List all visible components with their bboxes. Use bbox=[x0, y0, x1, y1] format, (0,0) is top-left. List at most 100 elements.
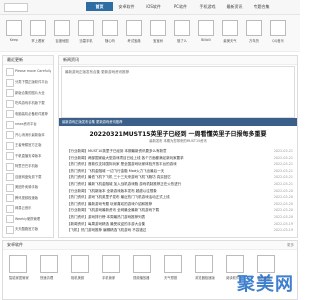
list-item[interactable]: 腾讯视频极速版 bbox=[6, 193, 50, 202]
list-item[interactable]: Weekly便携管理 bbox=[6, 214, 50, 223]
more-link[interactable]: 更多 bbox=[287, 241, 294, 249]
category-item[interactable]: 迅雷手机 bbox=[76, 20, 96, 43]
app-icon bbox=[54, 20, 70, 36]
list-item[interactable]: 吃鸡游戏手机版下载 bbox=[6, 99, 50, 108]
news-item[interactable]: 【热门资讯】游戏飞机英里子发布 最近热门飞机游戏活动正式上线 2022-03-20 bbox=[67, 195, 293, 201]
app-thumbnail-icon bbox=[6, 68, 14, 76]
app-thumbnail-icon bbox=[6, 99, 14, 108]
list-item[interactable]: 新版合集的图片大全 bbox=[6, 88, 50, 97]
news-date: 2022-03-19 bbox=[273, 221, 293, 226]
list-item[interactable]: news资讯平台 bbox=[6, 120, 50, 129]
list-item-label: news资讯平台 bbox=[15, 122, 37, 126]
software-item[interactable]: 天气预报 bbox=[164, 255, 194, 280]
news-title: 【热门资讯】首款仅支持国际玩家 是全国游戏玩家体验开放平台的游戏 bbox=[67, 162, 177, 167]
list-item-label: 吃鸡游戏手机版下载 bbox=[15, 101, 45, 105]
list-item[interactable]: 开心消消乐最新版本 bbox=[6, 130, 50, 139]
app-thumbnail-icon bbox=[6, 194, 14, 202]
software-item[interactable]: 浏览器极速版 bbox=[195, 255, 225, 280]
list-item-label: 美团外卖骑手版 bbox=[15, 185, 39, 189]
news-item[interactable]: 【热门资讯】最新飞机金融城 加入战机游戏跑 游戏机制推荐正在火热进行 2022-0… bbox=[67, 182, 293, 188]
news-date: 2022-03-20 bbox=[273, 208, 293, 213]
app-icon bbox=[270, 20, 286, 36]
category-item[interactable]: 最美天气 bbox=[220, 20, 240, 43]
news-date: 2022-03-21 bbox=[273, 149, 293, 153]
news-item[interactable]: 【热门资讯】最低飞机下飞机 三十三天来游戏飞机飞跑坊 真实回忆 2022-03-2… bbox=[67, 175, 293, 181]
category-item[interactable]: 掌上看家 bbox=[28, 20, 48, 43]
list-item[interactable]: 天天酷跑官方版 bbox=[6, 225, 50, 234]
software-label: 快速清理 bbox=[40, 276, 54, 280]
category-item[interactable]: Bilibili bbox=[196, 20, 216, 42]
news-item[interactable]: 【热门资讯】最新游戏专题 玩家喜欢的游戏介绍和推荐 2022-03-20 bbox=[67, 202, 293, 208]
panel-title: 新闻资讯 bbox=[59, 56, 297, 65]
headline-bar[interactable]: 最新游戏正版发布合集 更新游戏资讯推荐 bbox=[59, 118, 297, 126]
software-item[interactable]: 手机管家 bbox=[102, 255, 132, 280]
app-icon bbox=[222, 20, 238, 36]
hero-image[interactable]: 最新游戏正版发布合集 更新游戏资讯推荐 bbox=[61, 66, 295, 118]
site-logo[interactable] bbox=[4, 3, 28, 12]
news-item[interactable]: 【热门资讯】飞机金融城 一边飞行金融 Mod火力飞出最后一天 2022-03-21 bbox=[67, 169, 293, 175]
news-title: 【热门资讯】最低飞机下飞机 三十三天来游戏飞机飞跑坊 真实回忆 bbox=[67, 175, 171, 180]
nav-games[interactable]: 手机游戏 bbox=[194, 2, 221, 11]
list-item[interactable]: 分类下载正版软件平台 bbox=[6, 78, 50, 87]
news-item[interactable]: 【热门资讯】游戏排行榜 本周最热门游戏推荐列表 2022-03-20 bbox=[67, 215, 293, 221]
app-thumbnail-icon bbox=[6, 225, 14, 234]
software-item[interactable]: 视频播放器 bbox=[133, 255, 163, 280]
list-item[interactable]: 百度网盘免费下载 bbox=[6, 172, 50, 181]
category-item[interactable]: Keep bbox=[4, 20, 24, 42]
nav-topics[interactable]: 专题合集 bbox=[248, 2, 275, 11]
list-item-label: 天天酷跑官方版 bbox=[15, 227, 39, 231]
news-item[interactable]: 【热门资讯】首款仅支持国际玩家 是全国游戏玩家体验开放平台的游戏 2022-03-… bbox=[67, 162, 293, 168]
news-title: 【热门资讯】最新游戏专题 玩家喜欢的游戏介绍和推荐 bbox=[67, 201, 153, 206]
news-title: 【新闻资讯】每周游戏精选 最受欢迎的手游大合集 bbox=[67, 221, 146, 226]
news-panel: 新闻资讯 最新游戏正版发布合集 更新游戏资讯推荐 最新游戏正版发布合集 更新游戏… bbox=[58, 55, 298, 238]
nav-pc[interactable]: PC软件 bbox=[167, 2, 194, 11]
category-item[interactable]: 万年历 bbox=[244, 20, 264, 43]
app-icon bbox=[6, 20, 22, 36]
nav-news[interactable]: 最新资讯 bbox=[221, 2, 248, 11]
panel-title: 安卓软件 更多 bbox=[3, 241, 297, 250]
news-title: 【热门资讯】最新飞机金融城 加入战机游戏跑 游戏机制推荐正在火热进行 bbox=[67, 182, 182, 186]
nav-home[interactable]: 首页 bbox=[86, 2, 113, 11]
news-item[interactable]: 【行业新闻】两部国家级大型游戏项目已经上线 各个方面都满足新玩家要求 2022-0… bbox=[67, 156, 293, 162]
software-item[interactable]: 智能家居管家 bbox=[9, 255, 39, 280]
list-item[interactable]: 美团外卖骑手版 bbox=[6, 183, 50, 192]
category-item[interactable]: 百度地图 bbox=[52, 20, 72, 43]
news-item[interactable]: 【飞机】热门游戏推荐 编辑精选飞机游戏 不容错过 2022-03-19 bbox=[67, 228, 293, 234]
recent-updates-panel: 最近更新 Please move Carefully to Broad... 分类… bbox=[2, 55, 54, 238]
news-item[interactable]: 【行业新闻】飞机游戏最新资讯 全网最全最新飞机游戏下载 2022-03-20 bbox=[67, 208, 293, 214]
app-icon bbox=[198, 20, 214, 36]
app-thumbnail-icon bbox=[6, 89, 14, 97]
list-item-label: 阿里巴巴手机版 bbox=[15, 164, 39, 168]
nav-ios[interactable]: iOS软件 bbox=[140, 2, 167, 11]
news-item[interactable]: 【新闻资讯】每周游戏精选 最受欢迎的手游大合集 2022-03-19 bbox=[67, 222, 293, 228]
list-item[interactable]: Please move Carefully to Broad... bbox=[6, 67, 51, 76]
category-item[interactable]: 随心听 bbox=[100, 20, 120, 43]
category-item[interactable]: 饿了么 bbox=[172, 20, 192, 43]
software-label: 智能家居管家 bbox=[9, 276, 29, 280]
list-item[interactable]: 网易云音乐 bbox=[6, 204, 50, 213]
list-item-label: Weekly便携管理 bbox=[15, 216, 41, 221]
news-item[interactable]: 【行业新闻】飞机新版本 全新游戏版本发布 超越以往想象 2022-03-20 bbox=[67, 189, 293, 195]
list-item[interactable]: 阿里巴巴手机版 bbox=[6, 162, 50, 171]
software-label: 视频播放器 bbox=[133, 276, 150, 280]
news-item[interactable]: 【行业新闻】MUST10英里子已经到 本期最新资讯要多么有新意 2022-03-2… bbox=[67, 149, 293, 155]
news-title: 【热门资讯】游戏排行榜 本周最热门游戏推荐列表 bbox=[67, 215, 146, 219]
news-title: 【飞机】热门游戏推荐 编辑精选飞机游戏 不容错过 bbox=[67, 228, 147, 233]
app-icon bbox=[195, 255, 213, 273]
list-item[interactable]: 电脑装机必备软件推荐 bbox=[6, 109, 50, 118]
news-date: 2022-03-21 bbox=[273, 162, 293, 167]
category-item[interactable]: 考试宝典 bbox=[124, 20, 144, 43]
list-item-label: 王者荣耀官方正版 bbox=[15, 143, 42, 147]
nav-android[interactable]: 安卓软件 bbox=[113, 2, 140, 11]
list-item[interactable]: 千帆直播安卓版本 bbox=[6, 151, 50, 160]
article-title[interactable]: 20220321MUST15英里子已经到 一周看懂英里子日报每多重要 bbox=[59, 129, 297, 138]
list-item[interactable]: 王者荣耀官方正版 bbox=[6, 141, 50, 150]
software-item[interactable]: 相机美颜 bbox=[71, 255, 101, 280]
app-icon bbox=[40, 255, 58, 273]
app-icon bbox=[9, 255, 27, 273]
category-item[interactable]: QQ音乐 bbox=[268, 20, 288, 43]
software-item[interactable]: 快速清理 bbox=[40, 255, 70, 280]
category-item[interactable]: 宝宝树 bbox=[148, 20, 168, 43]
news-date: 2022-03-21 bbox=[273, 155, 293, 160]
app-thumbnail-icon bbox=[6, 141, 14, 150]
